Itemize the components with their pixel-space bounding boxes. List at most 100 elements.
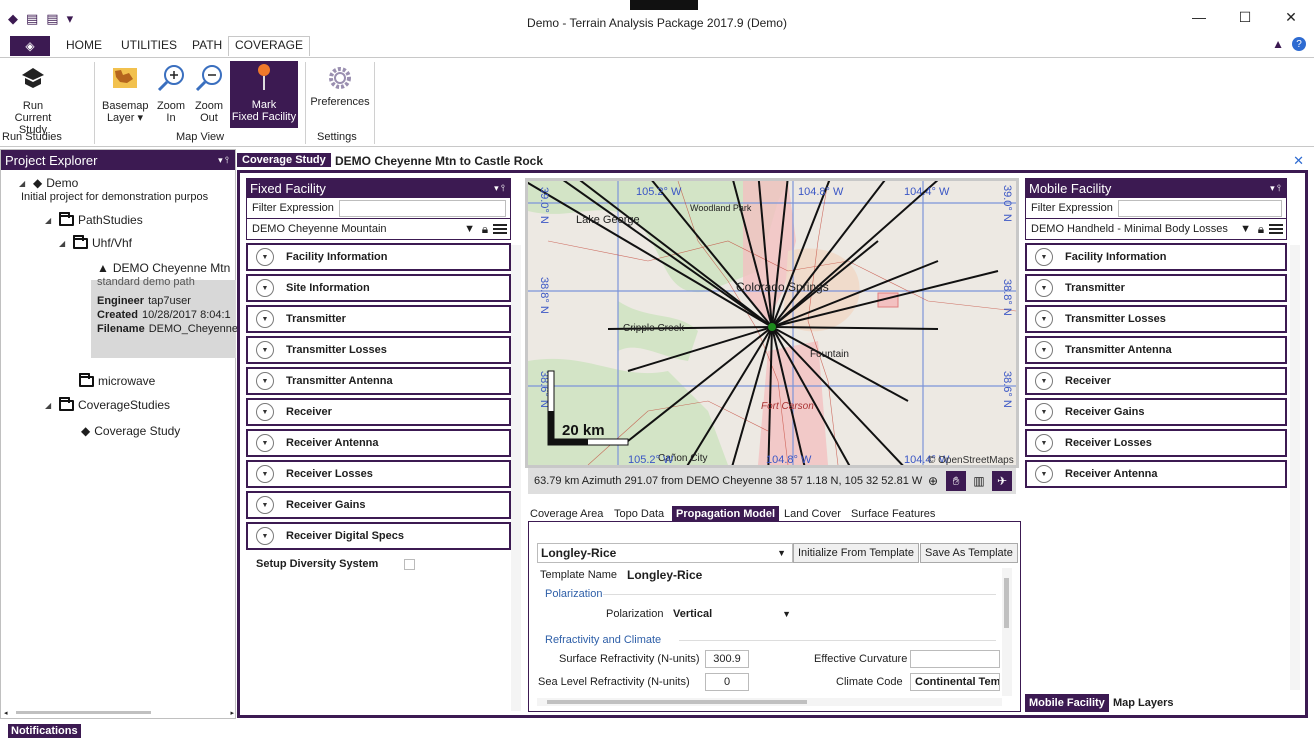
pin-tool-icon[interactable]: ✈︎ [992, 471, 1012, 491]
mobile-section[interactable]: ▼ Receiver Antenna [1025, 460, 1287, 488]
tab-path[interactable]: PATH [192, 38, 222, 52]
expand-icon[interactable]: ▼ [256, 496, 274, 514]
scroll-thumb[interactable] [16, 711, 151, 714]
tree-item-pathstudies[interactable]: ◢ PathStudies [45, 211, 143, 227]
tab-land-cover[interactable]: Land Cover [784, 508, 841, 520]
fixed-filter-input[interactable] [338, 199, 506, 217]
pin-icon[interactable]: ▾ ⫯ [1270, 183, 1287, 194]
tab-home[interactable]: HOME [66, 38, 102, 52]
zoom-in-button[interactable]: Zoom In [154, 62, 188, 124]
maximize-button[interactable]: ☐ [1222, 0, 1268, 34]
expand-icon[interactable]: ▼ [1035, 372, 1053, 390]
sea-level-refractivity-input[interactable]: 0 [705, 673, 749, 691]
fixed-section[interactable]: ▼ Receiver Gains [246, 491, 511, 519]
template-name-value[interactable]: Longley-Rice [623, 566, 998, 584]
tree-item-coveragestudies[interactable]: ◢ CoverageStudies [45, 396, 170, 412]
menu-icon[interactable] [1269, 222, 1283, 236]
expand-icon[interactable]: ▼ [1035, 465, 1053, 483]
mobile-section[interactable]: ▼ Transmitter Losses [1025, 305, 1287, 333]
menu-icon[interactable] [493, 222, 507, 236]
fixed-section[interactable]: ▼ Transmitter Antenna [246, 367, 511, 395]
tree-item-microwave[interactable]: microwave [79, 372, 155, 388]
save-as-template-button[interactable]: Save As Template [920, 543, 1018, 563]
climate-code-select[interactable]: Continental Temp [910, 673, 1000, 691]
tree-item-coverage-study[interactable]: ◆ Coverage Study [81, 424, 180, 438]
mobile-section[interactable]: ▼ Transmitter Antenna [1025, 336, 1287, 364]
effective-curvature-input[interactable] [910, 650, 1000, 668]
mobile-filter-input[interactable] [1117, 199, 1282, 217]
explorer-horizontal-scrollbar[interactable]: ◂ ▸ [4, 707, 234, 717]
fixed-section[interactable]: ▼ Receiver [246, 398, 511, 426]
lock-icon[interactable]: 🔒︎ [479, 222, 491, 236]
notifications-tab[interactable]: Notifications [8, 724, 81, 739]
pan-hand-icon[interactable]: ✋︎ [946, 471, 966, 491]
model-select[interactable]: Longley-Rice ▼ [537, 543, 793, 563]
fixed-scrollbar[interactable] [511, 245, 521, 711]
surface-refractivity-input[interactable]: 300.9 [705, 650, 749, 668]
mobile-section[interactable]: ▼ Facility Information [1025, 243, 1287, 271]
tab-coverage-area[interactable]: Coverage Area [530, 508, 603, 520]
fixed-section[interactable]: ▼ Transmitter [246, 305, 511, 333]
tree-item-demo-cheyenne[interactable]: ▲ DEMO Cheyenne Mtn [97, 261, 230, 275]
collapse-icon[interactable]: ◢ [45, 216, 55, 225]
expand-icon[interactable]: ▼ [256, 372, 274, 390]
mark-fixed-facility-button[interactable]: Mark Fixed Facility [230, 61, 298, 128]
mobile-scrollbar[interactable] [1290, 245, 1300, 690]
initialize-from-template-button[interactable]: Initialize From Template [793, 543, 919, 563]
tab-utilities[interactable]: UTILITIES [121, 38, 177, 52]
scroll-thumb[interactable] [547, 700, 807, 704]
fixed-section[interactable]: ▼ Receiver Losses [246, 460, 511, 488]
expand-icon[interactable]: ▼ [1035, 341, 1053, 359]
expand-icon[interactable]: ▼ [1035, 434, 1053, 452]
tab-coverage[interactable]: COVERAGE [228, 36, 311, 56]
expand-icon[interactable]: ▼ [1035, 279, 1053, 297]
collapse-icon[interactable]: ◢ [45, 401, 55, 410]
prop-horizontal-scrollbar[interactable] [537, 698, 1002, 706]
pin-icon[interactable]: ▾ ⫯ [218, 155, 235, 166]
run-current-study-button[interactable]: Run Current Study [2, 62, 64, 136]
scroll-right-icon[interactable]: ▸ [230, 709, 234, 717]
mobile-facility-select[interactable]: DEMO Handheld - Minimal Body Losses ▼ [1026, 223, 1255, 235]
tab-propagation-model[interactable]: Propagation Model [672, 506, 779, 522]
expand-icon[interactable]: ▼ [256, 341, 274, 359]
tree-item-uhf[interactable]: ◢ Uhf/Vhf [59, 234, 132, 250]
minimize-button[interactable]: — [1176, 0, 1222, 34]
expand-icon[interactable]: ▼ [256, 310, 274, 328]
expand-icon[interactable]: ▼ [256, 403, 274, 421]
expand-icon[interactable]: ▼ [256, 465, 274, 483]
mobile-section[interactable]: ▼ Receiver Losses [1025, 429, 1287, 457]
tab-surface-features[interactable]: Surface Features [851, 508, 935, 520]
expand-icon[interactable]: ▼ [256, 279, 274, 297]
fixed-section[interactable]: ▼ Facility Information [246, 243, 511, 271]
fixed-section[interactable]: ▼ Site Information [246, 274, 511, 302]
map-view[interactable]: Lake George Woodland Park Colorado Sprin… [525, 178, 1019, 468]
tab-coverage-study[interactable]: Coverage Study [237, 153, 331, 167]
expand-icon[interactable]: ▼ [1035, 310, 1053, 328]
expand-icon[interactable]: ▼ [1035, 403, 1053, 421]
lock-icon[interactable]: 🔒︎ [1255, 222, 1267, 236]
expand-icon[interactable]: ▼ [256, 434, 274, 452]
file-menu-button[interactable]: ◈ [10, 36, 50, 56]
close-document-icon[interactable]: ✕ [1293, 153, 1304, 169]
collapse-icon[interactable]: ◢ [59, 239, 69, 248]
collapse-ribbon-icon[interactable]: ▲ [1272, 37, 1284, 51]
scroll-thumb[interactable] [1004, 578, 1009, 628]
basemap-layer-button[interactable]: Basemap Layer ▾ [102, 62, 148, 124]
expand-icon[interactable]: ▼ [1035, 248, 1053, 266]
prop-vertical-scrollbar[interactable] [1002, 568, 1012, 696]
map-canvas[interactable]: Lake George Woodland Park Colorado Sprin… [528, 181, 1016, 465]
expand-icon[interactable]: ▼ [256, 248, 274, 266]
help-icon[interactable]: ? [1292, 37, 1306, 51]
tab-mobile-facility[interactable]: Mobile Facility [1025, 694, 1109, 712]
mobile-section[interactable]: ▼ Transmitter [1025, 274, 1287, 302]
zoom-icon[interactable]: ⊕ [923, 471, 943, 491]
zoom-out-button[interactable]: Zoom Out [192, 62, 226, 124]
layers-icon[interactable]: ▥ [969, 471, 989, 491]
mobile-section[interactable]: ▼ Receiver [1025, 367, 1287, 395]
pin-icon[interactable]: ▾ ⫯ [494, 183, 511, 194]
expand-icon[interactable]: ▼ [256, 527, 274, 545]
tab-map-layers[interactable]: Map Layers [1113, 697, 1174, 709]
fixed-facility-marker[interactable] [768, 323, 776, 331]
diversity-checkbox[interactable] [404, 558, 416, 570]
collapse-icon[interactable]: ◢ [19, 179, 29, 188]
